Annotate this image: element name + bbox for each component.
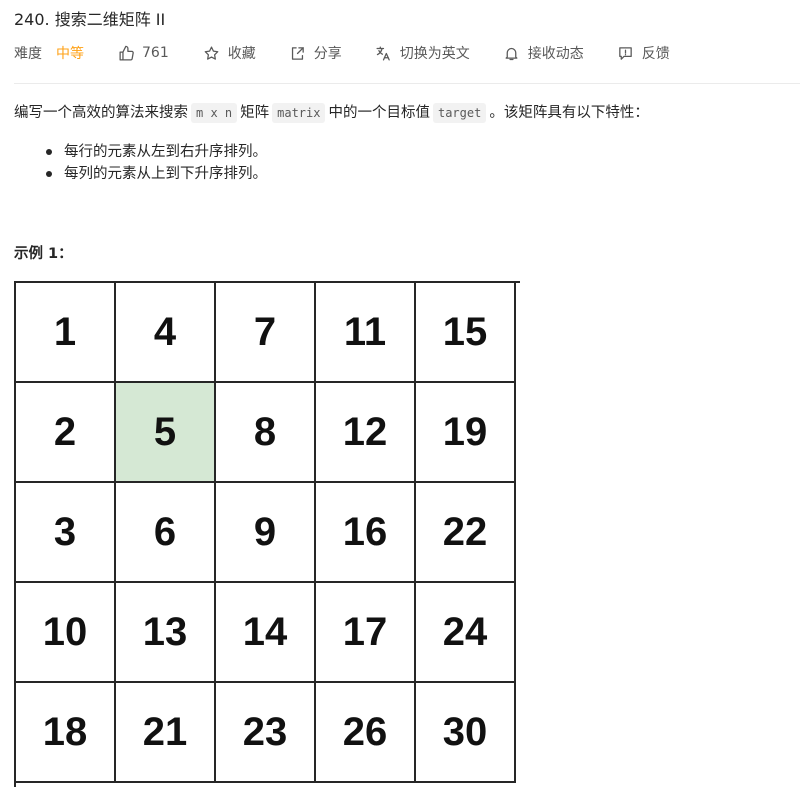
- problem-meta-bar: 难度 中等 761 收藏 分享 切换为英文 接收动态 反馈: [14, 42, 670, 64]
- bell-icon: [503, 44, 521, 62]
- matrix-cell: 8: [216, 383, 316, 483]
- description-text-1: 编写一个高效的算法来搜索: [14, 105, 188, 121]
- problem-title: 240. 搜索二维矩阵 II: [14, 10, 166, 29]
- switch-language-button[interactable]: 切换为英文: [375, 43, 470, 63]
- matrix-cell-highlighted: 5: [116, 383, 216, 483]
- matrix-cell: 23: [216, 683, 316, 783]
- matrix-cell: 22: [416, 483, 516, 583]
- list-item: 每列的元素从上到下升序排列。: [14, 163, 267, 185]
- notify-label: 接收动态: [527, 46, 584, 62]
- share-icon: [289, 44, 307, 62]
- share-label: 分享: [313, 46, 342, 62]
- matrix-cell: 10: [16, 583, 116, 683]
- matrix-cell: 2: [16, 383, 116, 483]
- difficulty-label: 难度: [14, 46, 42, 62]
- matrix-cell: 15: [416, 283, 516, 383]
- translate-icon: [375, 44, 393, 62]
- star-icon: [203, 44, 221, 62]
- feedback-button[interactable]: 反馈: [617, 43, 670, 63]
- difficulty-value: 中等: [56, 46, 84, 62]
- matrix-cell: 30: [416, 683, 516, 783]
- matrix-cell: 9: [216, 483, 316, 583]
- favorite-label: 收藏: [227, 46, 256, 62]
- description-text-3: 中的一个目标值: [328, 105, 430, 121]
- like-button[interactable]: 761: [117, 44, 169, 62]
- matrix-cell: 14: [216, 583, 316, 683]
- matrix-cell: 19: [416, 383, 516, 483]
- matrix-cell: 17: [316, 583, 416, 683]
- matrix-cell: 21: [116, 683, 216, 783]
- matrix-cell: 6: [116, 483, 216, 583]
- matrix-cell: 24: [416, 583, 516, 683]
- description-text-2: 矩阵: [240, 105, 270, 121]
- matrix-cell: 4: [116, 283, 216, 383]
- matrix-cell: 18: [16, 683, 116, 783]
- example-title: 示例 1：: [14, 246, 73, 262]
- notify-button[interactable]: 接收动态: [503, 43, 584, 63]
- list-item: 每行的元素从左到右升序排列。: [14, 141, 267, 163]
- switch-language-label: 切换为英文: [399, 46, 470, 62]
- share-button[interactable]: 分享: [289, 43, 342, 63]
- matrix-cell: 13: [116, 583, 216, 683]
- description-text-4: 。该矩阵具有以下特性：: [489, 105, 649, 121]
- matrix-cell: 11: [316, 283, 416, 383]
- header-divider: [14, 83, 800, 84]
- thumbs-up-icon: [117, 44, 135, 62]
- property-list: 每行的元素从左到右升序排列。 每列的元素从上到下升序排列。: [14, 141, 267, 185]
- code-m-x-n: m x n: [191, 103, 238, 123]
- matrix-cell: 7: [216, 283, 316, 383]
- problem-description: 编写一个高效的算法来搜索 m x n 矩阵 matrix 中的一个目标值 target 。该…: [14, 101, 649, 125]
- feedback-label: 反馈: [641, 46, 670, 62]
- matrix-cell: 16: [316, 483, 416, 583]
- favorite-button[interactable]: 收藏: [203, 43, 256, 63]
- matrix-cell: 26: [316, 683, 416, 783]
- example-matrix-image: 1 4 7 11 15 2 5 8 12 19 3 6 9 16 22 10 1…: [14, 281, 520, 787]
- matrix-cell: 12: [316, 383, 416, 483]
- matrix-cell: 3: [16, 483, 116, 583]
- matrix-cell: 1: [16, 283, 116, 383]
- like-count: 761: [142, 45, 169, 61]
- feedback-icon: [617, 44, 635, 62]
- code-target: target: [432, 103, 487, 123]
- code-matrix: matrix: [272, 103, 326, 123]
